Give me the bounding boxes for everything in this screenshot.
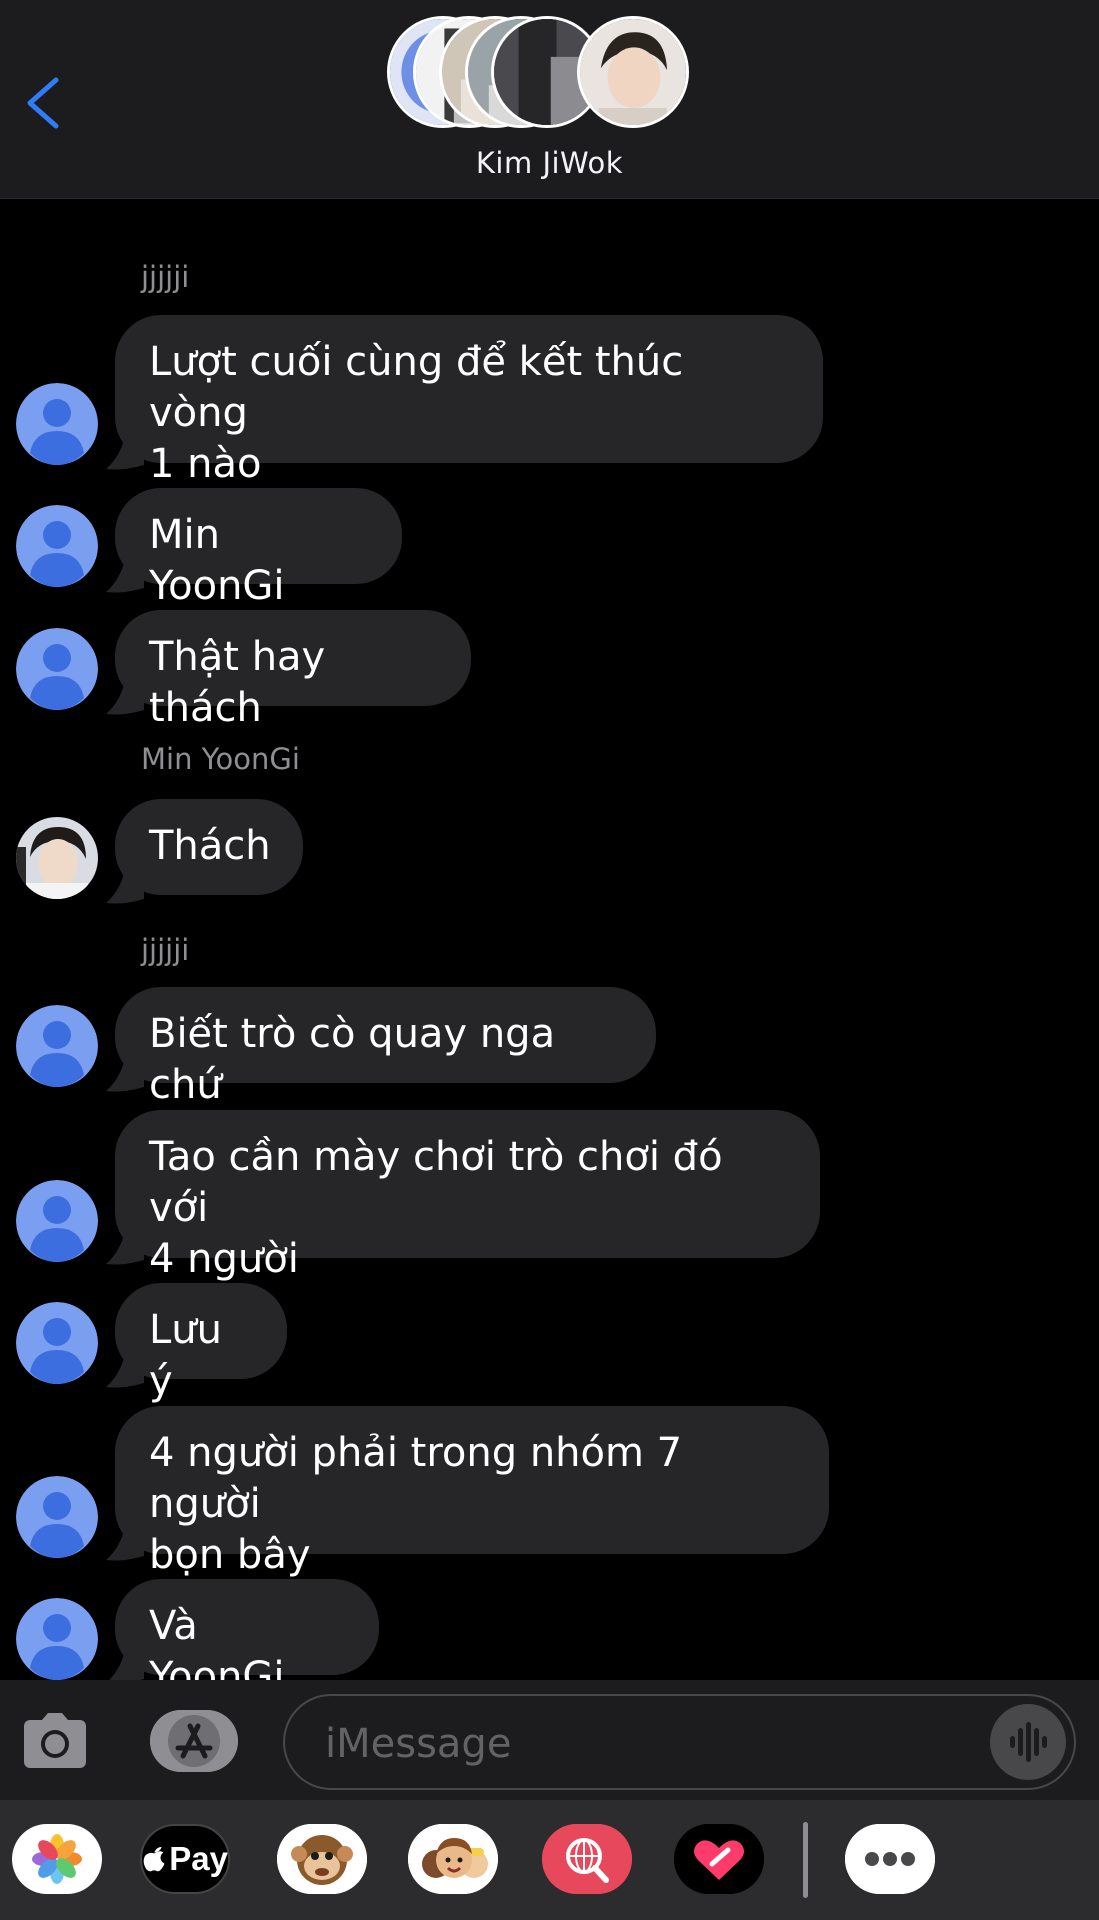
message-text-line: Tao cần mày chơi trò chơi đó với — [149, 1134, 723, 1231]
apple-logo — [143, 1846, 165, 1872]
message-text-line: Lưu ý — [149, 1307, 222, 1404]
message-text-line: 4 người phải trong nhóm 7 người — [149, 1430, 683, 1527]
person-icon — [16, 383, 98, 465]
message-text-line: 4 người — [149, 1236, 299, 1282]
message-bubble[interactable]: Thật hay thách — [115, 610, 471, 731]
sender-avatar[interactable] — [16, 1598, 98, 1680]
person-icon — [16, 1476, 98, 1558]
message-text-line: Lượt cuối cùng để kết thúc vòng — [149, 339, 684, 436]
camera-button[interactable] — [20, 1710, 90, 1772]
group-avatars[interactable] — [387, 16, 691, 130]
apple-pay-icon: Pay — [142, 1826, 228, 1892]
animoji-button[interactable] — [277, 1824, 367, 1894]
chevron-left-icon — [27, 77, 59, 129]
app-drawer: Pay — [0, 1800, 1099, 1920]
person-icon — [16, 1180, 98, 1262]
drawer-divider — [803, 1822, 808, 1898]
photos-icon — [12, 1824, 102, 1894]
sender-avatar[interactable] — [16, 1476, 98, 1558]
sender-avatar[interactable] — [16, 1005, 98, 1087]
contact-name[interactable]: Kim JiWok — [0, 146, 1099, 180]
back-button[interactable] — [18, 68, 78, 138]
message-list: jjjjji Lượt cuối cùng để kết thúc vòng 1… — [0, 200, 1099, 1700]
sender-name: jjjjji — [141, 260, 190, 294]
message-bubble[interactable]: Biết trò cò quay nga chứ — [115, 987, 656, 1108]
message-bubble[interactable]: Lượt cuối cùng để kết thúc vòng 1 nào — [115, 315, 823, 487]
person-icon — [16, 505, 98, 587]
message-text-line: Thách — [149, 823, 271, 869]
app-store-button[interactable] — [150, 1710, 238, 1772]
web-search-button[interactable] — [542, 1824, 632, 1894]
person-icon — [16, 1005, 98, 1087]
message-input[interactable] — [325, 1718, 965, 1770]
memoji-icon — [408, 1824, 498, 1894]
more-apps-icon — [845, 1824, 935, 1894]
more-apps-button[interactable] — [845, 1824, 935, 1894]
photos-app-button[interactable] — [12, 1824, 102, 1894]
app-store-icon — [150, 1710, 238, 1772]
sender-avatar[interactable] — [16, 1180, 98, 1262]
person-icon — [16, 1302, 98, 1384]
person-icon — [16, 628, 98, 710]
person-icon — [16, 1598, 98, 1680]
digital-touch-icon — [674, 1824, 764, 1894]
sender-avatar[interactable] — [16, 505, 98, 587]
conversation-header: Kim JiWok — [0, 0, 1099, 199]
message-bubble[interactable]: 4 người phải trong nhóm 7 người bọn bây — [115, 1406, 829, 1578]
imessage-screen: Kim JiWok jjjjji Lượt cuối cùng để kết t… — [0, 0, 1099, 1920]
message-bubble[interactable]: Min YoonGi — [115, 488, 402, 609]
message-bubble[interactable]: Và YoonGi — [115, 1579, 379, 1700]
sender-name: jjjjji — [141, 933, 190, 967]
web-search-icon — [542, 1824, 632, 1894]
memoji-button[interactable] — [408, 1824, 498, 1894]
message-input-container — [283, 1694, 1076, 1790]
group-avatar-6 — [577, 16, 689, 128]
animoji-monkey-icon — [277, 1824, 367, 1894]
apple-pay-label: Pay — [169, 1840, 228, 1877]
sender-avatar[interactable] — [16, 383, 98, 465]
camera-icon — [24, 1713, 86, 1768]
sender-name: Min YoonGi — [141, 742, 300, 776]
digital-touch-button[interactable] — [674, 1824, 764, 1894]
compose-bar — [0, 1680, 1099, 1800]
sender-avatar[interactable] — [16, 628, 98, 710]
message-bubble[interactable]: Thách — [115, 799, 303, 895]
message-text-line: Thật hay thách — [149, 634, 326, 731]
message-text-line: bọn bây — [149, 1532, 311, 1578]
apple-pay-button[interactable]: Pay — [140, 1824, 230, 1894]
audio-waveform-icon — [1010, 1722, 1047, 1762]
message-text-line: Biết trò cò quay nga chứ — [149, 1011, 556, 1108]
message-bubble[interactable]: Lưu ý — [115, 1283, 287, 1404]
message-text-line: 1 nào — [149, 441, 262, 487]
sender-avatar[interactable] — [16, 1302, 98, 1384]
sender-avatar-photo[interactable] — [16, 817, 98, 899]
message-text-line: Min YoonGi — [149, 512, 285, 609]
audio-record-button[interactable] — [990, 1704, 1066, 1780]
person-photo — [16, 817, 98, 899]
message-bubble[interactable]: Tao cần mày chơi trò chơi đó với 4 người — [115, 1110, 820, 1282]
